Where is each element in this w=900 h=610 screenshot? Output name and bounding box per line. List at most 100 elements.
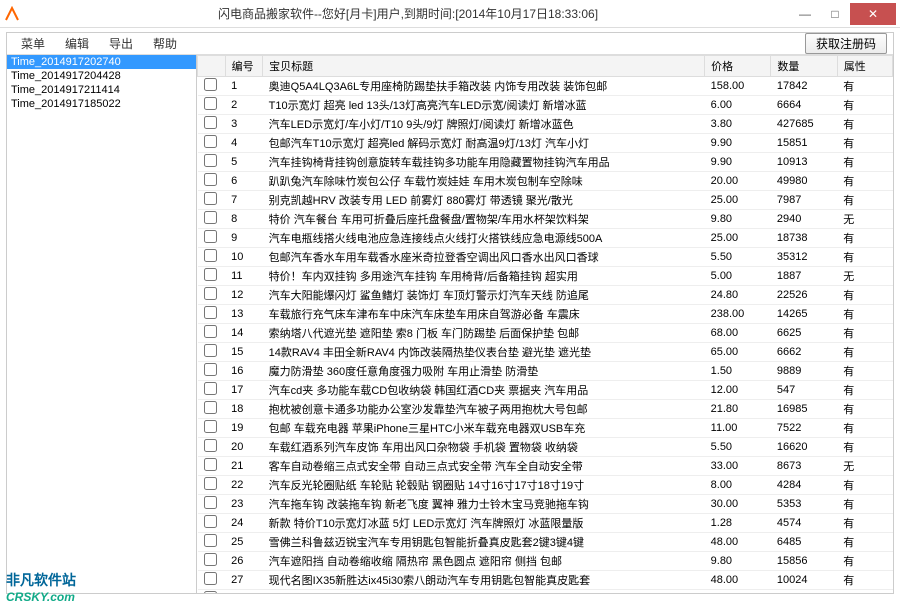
sidebar-item[interactable]: Time_2014917202740 <box>7 55 196 69</box>
table-row[interactable]: 12汽车大阳能爆闪灯 鲨鱼鳍灯 装饰灯 车顶灯警示灯汽车天线 防追尾24.802… <box>198 286 893 305</box>
row-checkbox[interactable] <box>204 173 217 186</box>
table-row[interactable]: 1奥迪Q5A4LQ3A6L专用座椅防踢垫扶手箱改装 内饰专用改装 装饰包邮158… <box>198 77 893 96</box>
table-row[interactable]: 16魔力防滑垫 360度任意角度强力吸附 车用止滑垫 防滑垫1.509889有 <box>198 362 893 381</box>
row-checkbox[interactable] <box>204 363 217 376</box>
cell-attr: 有 <box>837 571 892 590</box>
table-row[interactable]: 24新款 特价T10示宽灯冰蓝 5灯 LED示宽灯 汽车牌照灯 冰蓝限量版1.2… <box>198 514 893 533</box>
table-row[interactable]: 18抱枕被创意卡通多功能办公室沙发靠垫汽车被子两用抱枕大号包邮21.801698… <box>198 400 893 419</box>
table-row[interactable]: 9汽车电瓶线搭火线电池应急连接线点火线打火搭铁线应急电源线500A25.0018… <box>198 229 893 248</box>
row-checkbox[interactable] <box>204 553 217 566</box>
cell-attr: 有 <box>837 362 892 381</box>
table-row[interactable]: 27现代名图IX35新胜达ix45i30索八朗动汽车专用钥匙包智能真皮匙套48.… <box>198 571 893 590</box>
table-row[interactable]: 17汽车cd夹 多功能车载CD包收纳袋 韩国红酒CD夹 票据夹 汽车用品12.0… <box>198 381 893 400</box>
table-row[interactable]: 8特价 汽车餐台 车用可折叠后座托盘餐盘/置物架/车用水杯架饮料架9.80294… <box>198 210 893 229</box>
row-checkbox[interactable] <box>204 97 217 110</box>
table-row[interactable]: 28汽车炭包 活性竹炭车内碳包500g新车家居除味甲醛去异味 1000g4.00… <box>198 590 893 594</box>
row-checkbox[interactable] <box>204 211 217 224</box>
cell-title: 趴趴兔汽车除味竹炭包公仔 车载竹炭娃娃 车用木炭包制车空除味 <box>263 172 705 191</box>
table-row[interactable]: 10包邮汽车香水车用车载香水座米奇拉登香空调出风口香水出风口香球5.503531… <box>198 248 893 267</box>
cell-attr: 有 <box>837 343 892 362</box>
row-checkbox[interactable] <box>204 135 217 148</box>
row-checkbox[interactable] <box>204 458 217 471</box>
window-title: 闪电商品搬家软件--您好[月卡]用户,到期时间:[2014年10月17日18:3… <box>26 5 790 22</box>
col-price[interactable]: 价格 <box>705 56 771 77</box>
row-checkbox[interactable] <box>204 401 217 414</box>
table-row[interactable]: 26汽车遮阳挡 自动卷缩收缩 隔热帘 黑色圆点 遮阳帘 侧挡 包邮9.80158… <box>198 552 893 571</box>
menu-export[interactable]: 导出 <box>99 35 143 52</box>
row-checkbox[interactable] <box>204 154 217 167</box>
row-checkbox[interactable] <box>204 439 217 452</box>
cell-price: 33.00 <box>705 457 771 476</box>
sidebar-item[interactable]: Time_2014917211414 <box>7 83 196 97</box>
table-row[interactable]: 20车载红酒系列汽车皮饰 车用出风口杂物袋 手机袋 置物袋 收纳袋5.50166… <box>198 438 893 457</box>
table-row[interactable]: 6趴趴兔汽车除味竹炭包公仔 车载竹炭娃娃 车用木炭包制车空除味20.004998… <box>198 172 893 191</box>
cell-qty: 17842 <box>771 77 837 96</box>
table-row[interactable]: 2T10示宽灯 超亮 led 13头/13灯高亮汽车LED示宽/阅读灯 新增冰蓝… <box>198 96 893 115</box>
row-checkbox[interactable] <box>204 306 217 319</box>
cell-qty: 7522 <box>771 419 837 438</box>
cell-price: 25.00 <box>705 191 771 210</box>
register-button[interactable]: 获取注册码 <box>805 33 887 54</box>
table-row[interactable]: 11特价！车内双挂钩 多用途汽车挂钩 车用椅背/后备箱挂钩 超实用5.00188… <box>198 267 893 286</box>
cell-title: 汽车大阳能爆闪灯 鲨鱼鳍灯 装饰灯 车顶灯警示灯汽车天线 防追尾 <box>263 286 705 305</box>
row-checkbox[interactable] <box>204 192 217 205</box>
row-checkbox[interactable] <box>204 325 217 338</box>
cell-qty: 5353 <box>771 495 837 514</box>
row-checkbox[interactable] <box>204 420 217 433</box>
row-checkbox[interactable] <box>204 382 217 395</box>
col-attr[interactable]: 属性 <box>837 56 892 77</box>
cell-qty: 6662 <box>771 343 837 362</box>
menu-help[interactable]: 帮助 <box>143 35 187 52</box>
row-checkbox[interactable] <box>204 591 217 593</box>
maximize-button[interactable]: □ <box>820 3 850 25</box>
row-checkbox[interactable] <box>204 477 217 490</box>
row-checkbox[interactable] <box>204 268 217 281</box>
cell-number: 9 <box>225 229 263 248</box>
cell-qty: 2940 <box>771 210 837 229</box>
cell-attr: 有 <box>837 590 892 594</box>
cell-attr: 无 <box>837 457 892 476</box>
cell-number: 11 <box>225 267 263 286</box>
row-checkbox[interactable] <box>204 78 217 91</box>
cell-title: 包邮汽车香水车用车载香水座米奇拉登香空调出风口香水出风口香球 <box>263 248 705 267</box>
cell-qty: 10024 <box>771 571 837 590</box>
cell-attr: 有 <box>837 552 892 571</box>
minimize-button[interactable]: — <box>790 3 820 25</box>
cell-title: 汽车电瓶线搭火线电池应急连接线点火线打火搭铁线应急电源线500A <box>263 229 705 248</box>
table-row[interactable]: 3汽车LED示宽灯/车小灯/T10 9头/9灯 牌照灯/阅读灯 新增冰蓝色3.8… <box>198 115 893 134</box>
table-row[interactable]: 25雪佛兰科鲁兹迈锐宝汽车专用钥匙包智能折叠真皮匙套2键3键4键48.00648… <box>198 533 893 552</box>
table-row[interactable]: 5汽车挂钩椅背挂钩创意旋转车载挂钩多功能车用隐藏置物挂钩汽车用品9.901091… <box>198 153 893 172</box>
table-row[interactable]: 23汽车拖车钩 改装拖车钩 新老飞度 翼神 雅力士铃木宝马竞驰拖车钩30.005… <box>198 495 893 514</box>
row-checkbox[interactable] <box>204 230 217 243</box>
menu-main[interactable]: 菜单 <box>11 35 55 52</box>
table-row[interactable]: 7别克凯越HRV 改装专用 LED 前雾灯 880雾灯 带透镜 聚光/散光25.… <box>198 191 893 210</box>
sidebar-item[interactable]: Time_2014917204428 <box>7 69 196 83</box>
table-row[interactable]: 22汽车反光轮圈贴纸 车轮贴 轮毂贴 钢圈贴 14寸16寸17寸18寸19寸8.… <box>198 476 893 495</box>
cell-number: 22 <box>225 476 263 495</box>
row-checkbox[interactable] <box>204 249 217 262</box>
table-row[interactable]: 14索纳塔八代遮光垫 遮阳垫 索8 门板 车门防踢垫 后面保护垫 包邮68.00… <box>198 324 893 343</box>
row-checkbox[interactable] <box>204 496 217 509</box>
row-checkbox[interactable] <box>204 572 217 585</box>
cell-price: 238.00 <box>705 305 771 324</box>
sidebar-item[interactable]: Time_2014917185022 <box>7 97 196 111</box>
row-checkbox[interactable] <box>204 534 217 547</box>
table-row[interactable]: 13车载旅行充气床车津布车中床汽车床垫车用床自驾游必备 车震床238.00142… <box>198 305 893 324</box>
row-checkbox[interactable] <box>204 116 217 129</box>
cell-title: 抱枕被创意卡通多功能办公室沙发靠垫汽车被子两用抱枕大号包邮 <box>263 400 705 419</box>
table-row[interactable]: 21客车自动卷缩三点式安全带 自动三点式安全带 汽车全自动安全带33.00867… <box>198 457 893 476</box>
menu-edit[interactable]: 编辑 <box>55 35 99 52</box>
col-qty[interactable]: 数量 <box>771 56 837 77</box>
cell-qty: 8673 <box>771 457 837 476</box>
cell-title: 汽车拖车钩 改装拖车钩 新老飞度 翼神 雅力士铃木宝马竞驰拖车钩 <box>263 495 705 514</box>
table-row[interactable]: 4包邮汽车T10示宽灯 超亮led 解码示宽灯 耐高温9灯/13灯 汽车小灯9.… <box>198 134 893 153</box>
col-title[interactable]: 宝贝标题 <box>263 56 705 77</box>
table-row[interactable]: 1514款RAV4 丰田全新RAV4 内饰改装隔热垫仪表台垫 避光垫 遮光垫65… <box>198 343 893 362</box>
cell-number: 1 <box>225 77 263 96</box>
row-checkbox[interactable] <box>204 515 217 528</box>
row-checkbox[interactable] <box>204 344 217 357</box>
row-checkbox[interactable] <box>204 287 217 300</box>
table-row[interactable]: 19包邮 车载充电器 苹果iPhone三星HTC小米车载充电器双USB车充11.… <box>198 419 893 438</box>
col-number[interactable]: 编号 <box>225 56 263 77</box>
close-button[interactable]: ✕ <box>850 3 896 25</box>
